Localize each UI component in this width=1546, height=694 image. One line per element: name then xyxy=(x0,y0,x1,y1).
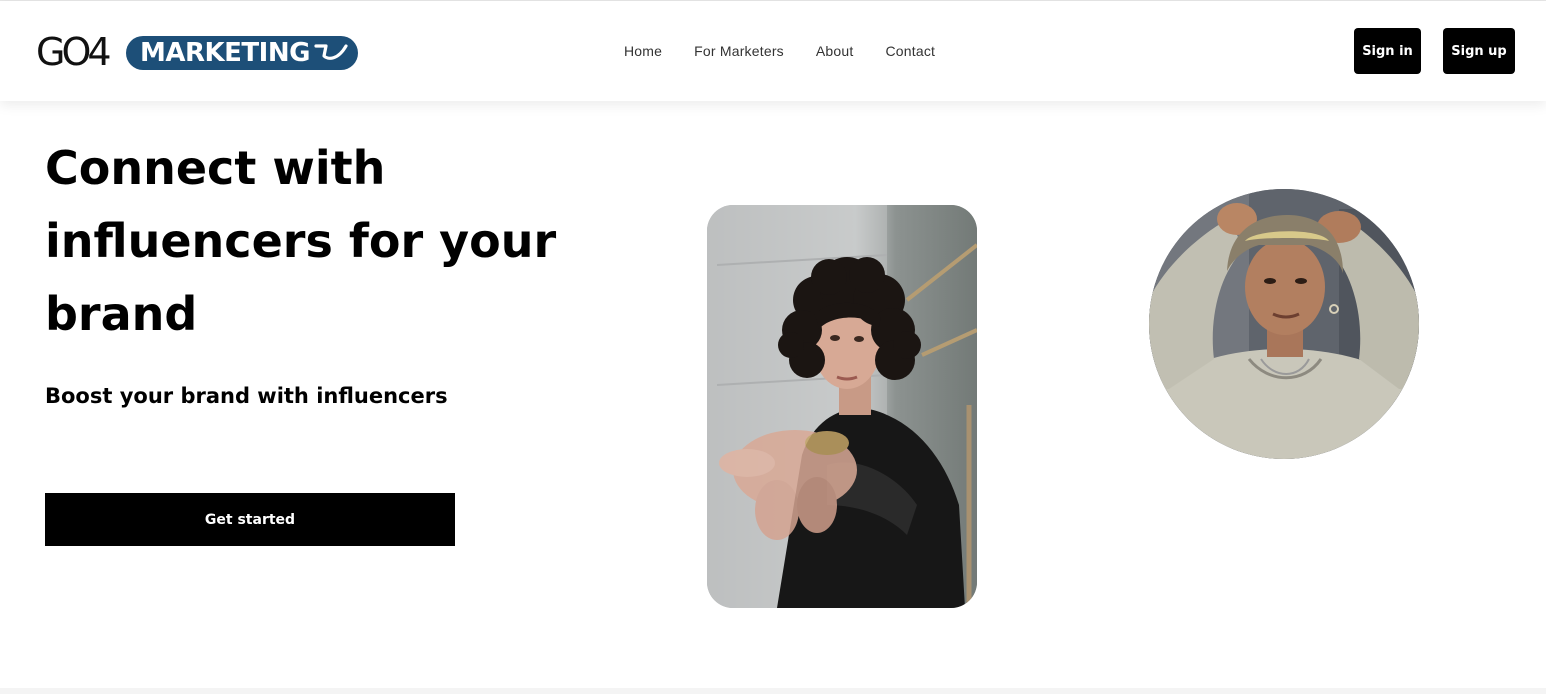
swoosh-icon xyxy=(314,44,348,60)
site-header: GO4 MARKETING Home For Marketers About C… xyxy=(0,1,1546,101)
woman-photo xyxy=(707,205,977,608)
nav-for-marketers[interactable]: For Marketers xyxy=(694,43,784,63)
hero-subheadline: Boost your brand with influencers xyxy=(45,384,448,408)
headline-line-1: Connect with xyxy=(45,141,386,195)
logo-marketing-badge: MARKETING xyxy=(126,36,358,70)
woman-photo-illustration xyxy=(707,205,977,608)
sign-in-button[interactable]: Sign in xyxy=(1354,28,1421,74)
get-started-button[interactable]: Get started xyxy=(45,493,455,546)
nav-contact[interactable]: Contact xyxy=(885,43,935,63)
headline-line-2: influencers for your xyxy=(45,214,557,268)
logo-go4-text: GO4 xyxy=(36,30,112,74)
headline-line-3: brand xyxy=(45,287,198,341)
brand-logo[interactable]: GO4 MARKETING xyxy=(36,31,358,73)
nav-home[interactable]: Home xyxy=(624,43,662,63)
bottom-divider xyxy=(0,688,1546,694)
man-photo-illustration xyxy=(1149,189,1419,459)
hero-headline: Connect with influencers for your brand xyxy=(45,132,565,351)
nav-about[interactable]: About xyxy=(816,43,854,63)
man-photo xyxy=(1149,189,1419,459)
logo-marketing-text: MARKETING xyxy=(140,38,310,68)
sign-up-button[interactable]: Sign up xyxy=(1443,28,1515,74)
main-nav: Home For Marketers About Contact xyxy=(624,43,935,63)
